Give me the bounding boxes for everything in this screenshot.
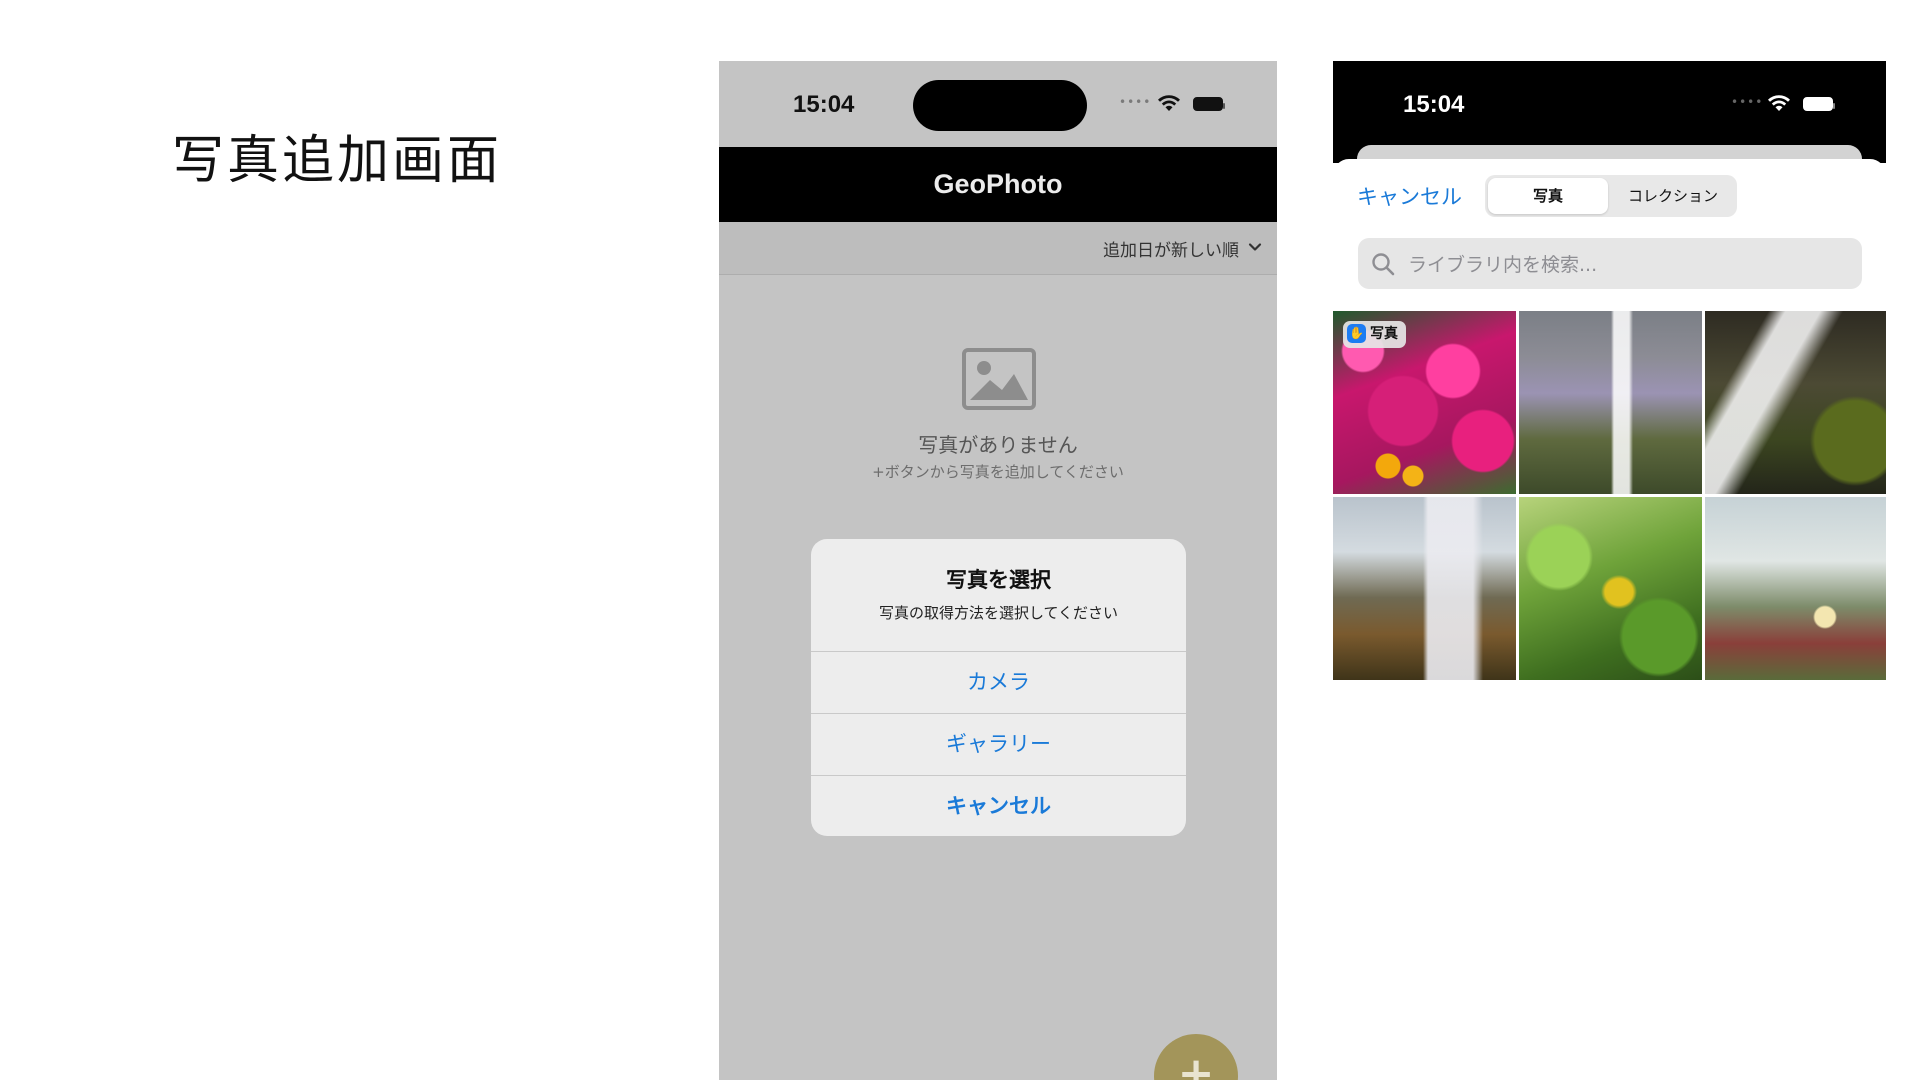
status-time: 15:04 <box>1403 91 1465 118</box>
photo-picker-screen: 15:04 •••• キャンセル 写真 コレクション ✋写真 <box>1333 61 1886 1080</box>
dynamic-island <box>913 80 1087 131</box>
plus-icon: + <box>1177 1048 1215 1080</box>
sort-dropdown[interactable]: 追加日が新しい順 <box>1103 236 1239 261</box>
library-search-bar <box>1358 238 1862 291</box>
segment-collections[interactable]: コレクション <box>1613 178 1733 214</box>
battery-icon <box>1803 97 1835 111</box>
photo-thumbnail-cascade[interactable] <box>1705 311 1886 494</box>
search-icon <box>1372 253 1395 276</box>
photo-thumbnail-lemon-tree[interactable] <box>1519 497 1702 680</box>
sort-bar: 追加日が新しい順 <box>719 222 1277 275</box>
status-bar: 15:04 •••• <box>719 61 1277 147</box>
dialog-header: 写真を選択 写真の取得方法を選択してください <box>811 539 1186 652</box>
wifi-icon <box>1158 95 1180 111</box>
segment-photos[interactable]: 写真 <box>1488 178 1608 214</box>
photo-grid: ✋ 写真 <box>1333 311 1886 680</box>
picker-segmented-control: 写真 コレクション <box>1485 175 1737 217</box>
cancel-button[interactable]: キャンセル <box>811 776 1186 836</box>
signal-icon: •••• <box>1119 95 1152 109</box>
photo-thumbnail-dune-flower[interactable] <box>1705 497 1886 680</box>
add-photo-button[interactable]: + <box>1154 1034 1238 1080</box>
dialog-title: 写真を選択 <box>946 568 1051 592</box>
app-title: GeoPhoto <box>933 169 1063 199</box>
signal-icon: •••• <box>1731 95 1764 109</box>
camera-button[interactable]: カメラ <box>811 652 1186 714</box>
badge-label: 写真 <box>1370 326 1398 342</box>
dialog-message: 写真の取得方法を選択してください <box>878 604 1119 622</box>
status-time: 15:04 <box>793 91 855 118</box>
wifi-icon <box>1768 95 1790 111</box>
app-screen-list: 15:04 •••• GeoPhoto 追加日が新しい順 写真がありません +ボ… <box>719 61 1277 1080</box>
select-photo-dialog: 写真を選択 写真の取得方法を選択してください カメラ ギャラリー キャンセル <box>811 539 1186 836</box>
photo-placeholder-icon <box>962 348 1036 410</box>
photos-app-badge: ✋ 写真 <box>1343 321 1406 348</box>
photo-thumbnail-cliff-falls[interactable] <box>1333 497 1516 680</box>
library-search-input[interactable] <box>1406 238 1850 291</box>
hand-raised-icon: ✋ <box>1347 323 1366 343</box>
empty-state-subtitle: +ボタンから写真を追加してください <box>872 463 1124 481</box>
photo-thumbnail-waterfall[interactable] <box>1519 311 1702 494</box>
gallery-button[interactable]: ギャラリー <box>811 714 1186 776</box>
slide-title: 写真追加画面 <box>172 131 503 191</box>
battery-icon <box>1193 97 1225 111</box>
photo-thumbnail-flowers[interactable]: ✋ 写真 <box>1333 311 1516 494</box>
chevron-down-icon[interactable] <box>1247 239 1263 255</box>
picker-cancel-button[interactable]: キャンセル <box>1357 181 1462 211</box>
empty-state-title: 写真がありません <box>918 433 1078 457</box>
app-title-bar: GeoPhoto <box>719 147 1277 222</box>
